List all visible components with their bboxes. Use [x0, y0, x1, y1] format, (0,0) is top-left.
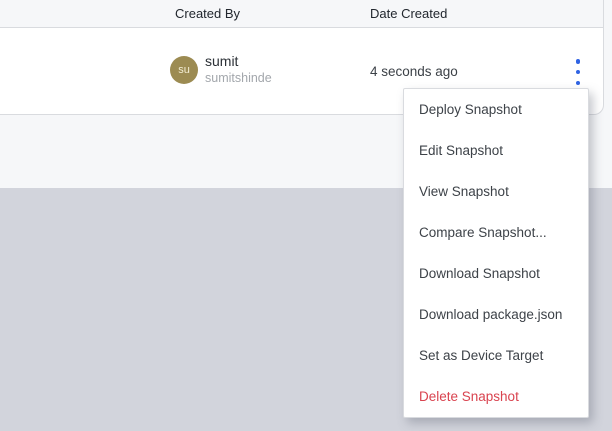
snapshot-context-menu: Deploy Snapshot Edit Snapshot View Snaps…: [403, 88, 589, 418]
menu-item-download-package-json[interactable]: Download package.json: [404, 294, 588, 335]
column-header-created-by: Created By: [175, 6, 241, 21]
menu-item-download-snapshot[interactable]: Download Snapshot: [404, 253, 588, 294]
created-by-cell: sumit sumitshinde: [205, 53, 272, 86]
kebab-dot: [575, 80, 581, 85]
column-header-date-created: Date Created: [370, 6, 448, 21]
user-username: sumitshinde: [205, 71, 272, 85]
menu-item-deploy-snapshot[interactable]: Deploy Snapshot: [404, 89, 588, 130]
table-header-row: Created By Date Created: [0, 0, 603, 28]
menu-item-compare-snapshot[interactable]: Compare Snapshot...: [404, 212, 588, 253]
kebab-menu-icon[interactable]: [571, 59, 585, 85]
menu-item-set-as-device-target[interactable]: Set as Device Target: [404, 335, 588, 376]
menu-item-view-snapshot[interactable]: View Snapshot: [404, 171, 588, 212]
menu-item-delete-snapshot[interactable]: Delete Snapshot: [404, 376, 588, 417]
kebab-dot: [575, 69, 581, 75]
menu-item-edit-snapshot[interactable]: Edit Snapshot: [404, 130, 588, 171]
user-name: sumit: [205, 53, 239, 69]
avatar: su: [170, 56, 198, 84]
kebab-dot: [575, 59, 581, 64]
